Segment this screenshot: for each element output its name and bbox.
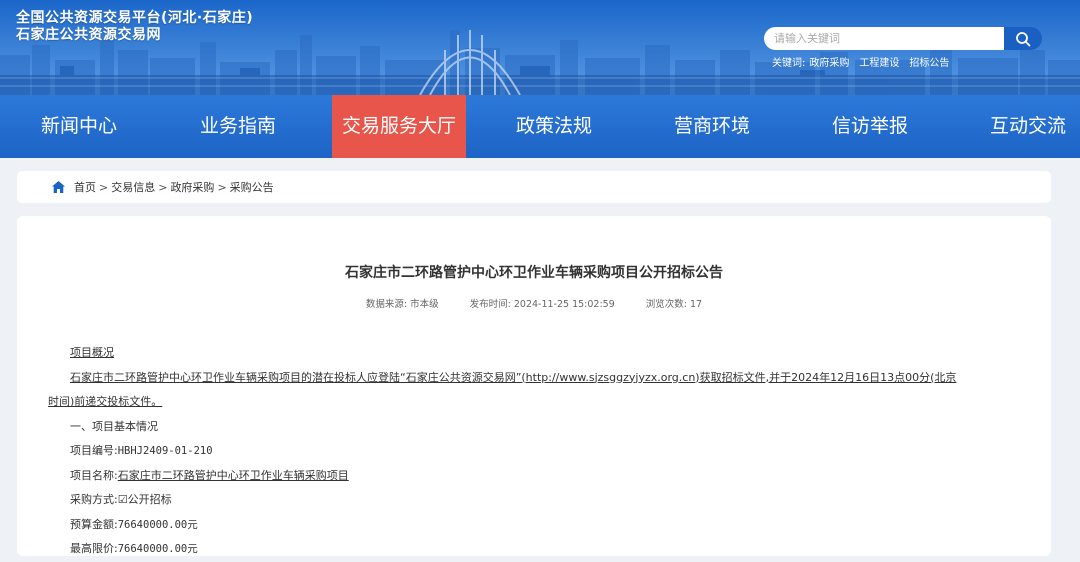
article-views: 浏览次数: 17 <box>645 299 703 310</box>
nav-item-complaints[interactable]: 信访举报 <box>832 95 908 158</box>
breadcrumb-separator: > <box>217 180 227 194</box>
article-card: 石家庄市二环路管护中心环卫作业车辆采购项目公开招标公告 数据来源: 市本级 发布… <box>17 216 1051 556</box>
nav-item-trading-hall[interactable]: 交易服务大厅 <box>332 95 467 158</box>
keyword-link-procurement[interactable]: 政府采购 <box>809 54 849 69</box>
max-price-label: 最高限价: <box>70 542 118 555</box>
overview-line2: 时间)前递交投标文件。 <box>48 395 163 408</box>
keyword-link-construction[interactable]: 工程建设 <box>859 54 899 69</box>
nav-item-policy[interactable]: 政策法规 <box>516 95 592 158</box>
keywords-label: 关键词: <box>772 58 806 69</box>
max-price-value: 76640000.00元 <box>117 543 198 555</box>
budget-label: 预算金额: <box>70 517 118 531</box>
project-name-label: 项目名称: <box>70 468 118 482</box>
article-published: 发布时间: 2024-11-25 15:02:59 <box>469 299 615 310</box>
project-name-value: 石家庄市二环路管护中心环卫作业车辆采购项目 <box>117 468 349 482</box>
article-source: 数据来源: 市本级 <box>365 299 439 310</box>
nav-item-news[interactable]: 新闻中心 <box>41 95 117 158</box>
breadcrumb-home[interactable]: 首页 <box>74 179 96 195</box>
home-icon[interactable] <box>51 180 66 194</box>
breadcrumb: 首页 > 交易信息 > 政府采购 > 采购公告 <box>17 171 1051 203</box>
main-nav: 新闻中心 业务指南 交易服务大厅 政策法规 营商环境 信访举报 互动交流 <box>0 95 1080 158</box>
section-overview-heading: 项目概况 <box>70 346 114 359</box>
nav-item-business-env[interactable]: 营商环境 <box>674 95 750 158</box>
procurement-method-row: 采购方式:☑公开招标 <box>48 488 1023 513</box>
nav-item-interaction[interactable]: 互动交流 <box>990 95 1066 158</box>
header-banner: 全国公共资源交易平台(河北·石家庄) 石家庄公共资源交易网 关键词: 政府采购 … <box>0 0 1080 95</box>
breadcrumb-separator: > <box>158 180 168 194</box>
project-number-row: 项目编号:HBHJ2409-01-210 <box>48 439 1023 464</box>
overview-line1: 石家庄市二环路管护中心环卫作业车辆采购项目的潜在投标人应登陆“石家庄公共资源交易… <box>70 370 957 384</box>
search-keywords: 关键词: 政府采购 工程建设 招标公告 <box>772 54 949 69</box>
breadcrumb-gov-procurement[interactable]: 政府采购 <box>170 179 214 195</box>
breadcrumb-trading-info[interactable]: 交易信息 <box>111 179 155 195</box>
budget-value: 76640000.00元 <box>117 518 198 531</box>
project-number-value: HBHJ2409-01-210 <box>117 445 213 457</box>
breadcrumb-separator: > <box>99 180 109 194</box>
project-name-row: 项目名称:石家庄市二环路管护中心环卫作业车辆采购项目 <box>48 464 1023 489</box>
nav-item-guide[interactable]: 业务指南 <box>200 95 276 158</box>
site-title-line1: 全国公共资源交易平台(河北·石家庄) <box>16 10 254 26</box>
site-title-line2: 石家庄公共资源交易网 <box>16 27 161 43</box>
search-input[interactable] <box>764 27 1004 50</box>
procurement-method-value: ☑公开招标 <box>117 493 172 506</box>
project-number-label: 项目编号: <box>70 444 118 457</box>
search-box <box>764 27 1042 50</box>
budget-row: 预算金额:76640000.00元 <box>48 513 1023 538</box>
section-basic-heading: 一、项目基本情况 <box>70 419 158 433</box>
article-body: 项目概况 石家庄市二环路管护中心环卫作业车辆采购项目的潜在投标人应登陆“石家庄公… <box>48 341 1023 562</box>
site-title: 全国公共资源交易平台(河北·石家庄) 石家庄公共资源交易网 <box>16 10 253 44</box>
article-meta: 数据来源: 市本级 发布时间: 2024-11-25 15:02:59 浏览次数… <box>17 296 1051 310</box>
procurement-method-label: 采购方式: <box>70 493 118 506</box>
keyword-link-tender-notice[interactable]: 招标公告 <box>909 54 949 69</box>
search-button[interactable] <box>1004 27 1042 50</box>
article-title: 石家庄市二环路管护中心环卫作业车辆采购项目公开招标公告 <box>345 265 723 281</box>
search-icon <box>1016 31 1031 46</box>
breadcrumb-procurement-notice[interactable]: 采购公告 <box>230 179 274 195</box>
max-price-row: 最高限价:76640000.00元 <box>48 537 1023 562</box>
